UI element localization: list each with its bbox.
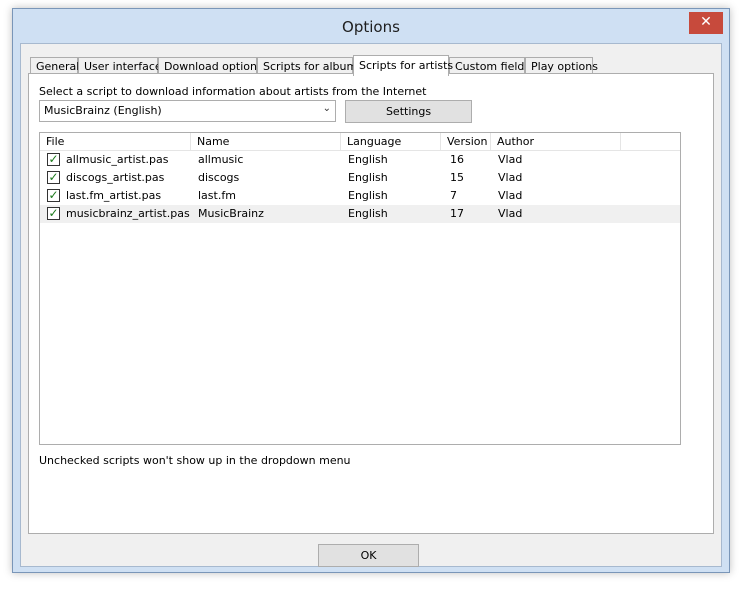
instruction-label: Select a script to download information … bbox=[39, 85, 427, 98]
table-row[interactable]: ✓ last.fm_artist.pas last.fm English 7 V… bbox=[40, 187, 680, 205]
dropdown-value: MusicBrainz (English) bbox=[44, 104, 162, 117]
ok-button[interactable]: OK bbox=[318, 544, 419, 567]
language-cell: English bbox=[348, 171, 388, 184]
column-header-version[interactable]: Version bbox=[441, 133, 491, 150]
list-header: File Name Language Version Author bbox=[40, 133, 680, 151]
language-cell: English bbox=[348, 207, 388, 220]
column-header-author[interactable]: Author bbox=[491, 133, 621, 150]
close-icon: ✕ bbox=[700, 14, 712, 30]
language-cell: English bbox=[348, 189, 388, 202]
file-cell: musicbrainz_artist.pas bbox=[66, 207, 190, 220]
column-header-name[interactable]: Name bbox=[191, 133, 341, 150]
version-cell: 15 bbox=[450, 171, 464, 184]
options-window: Options ✕ General User interface Downloa… bbox=[12, 8, 730, 573]
version-cell: 17 bbox=[450, 207, 464, 220]
author-cell: Vlad bbox=[498, 189, 523, 202]
name-cell: MusicBrainz bbox=[198, 207, 264, 220]
close-button[interactable]: ✕ bbox=[689, 12, 723, 34]
version-cell: 16 bbox=[450, 153, 464, 166]
scripts-list: File Name Language Version Author ✓ allm… bbox=[39, 132, 681, 445]
chevron-down-icon: ⌄ bbox=[322, 103, 331, 114]
name-cell: allmusic bbox=[198, 153, 244, 166]
language-cell: English bbox=[348, 153, 388, 166]
name-cell: discogs bbox=[198, 171, 240, 184]
artist-script-dropdown[interactable]: MusicBrainz (English) ⌄ bbox=[39, 100, 336, 122]
author-cell: Vlad bbox=[498, 207, 523, 220]
script-checkbox[interactable]: ✓ bbox=[47, 171, 60, 184]
script-checkbox[interactable]: ✓ bbox=[47, 207, 60, 220]
table-row[interactable]: ✓ allmusic_artist.pas allmusic English 1… bbox=[40, 151, 680, 169]
table-row[interactable]: ✓ musicbrainz_artist.pas MusicBrainz Eng… bbox=[40, 205, 680, 223]
column-header-language[interactable]: Language bbox=[341, 133, 441, 150]
version-cell: 7 bbox=[450, 189, 457, 202]
scripts-for-artists-panel: Select a script to download information … bbox=[28, 73, 714, 534]
script-checkbox[interactable]: ✓ bbox=[47, 189, 60, 202]
script-checkbox[interactable]: ✓ bbox=[47, 153, 60, 166]
dialog-body: General User interface Download options … bbox=[20, 43, 722, 567]
table-row[interactable]: ✓ discogs_artist.pas discogs English 15 … bbox=[40, 169, 680, 187]
settings-button[interactable]: Settings bbox=[345, 100, 472, 123]
file-cell: allmusic_artist.pas bbox=[66, 153, 169, 166]
author-cell: Vlad bbox=[498, 171, 523, 184]
window-title: Options bbox=[342, 18, 400, 36]
author-cell: Vlad bbox=[498, 153, 523, 166]
file-cell: last.fm_artist.pas bbox=[66, 189, 162, 202]
name-cell: last.fm bbox=[198, 189, 236, 202]
title-bar[interactable]: Options ✕ bbox=[13, 9, 729, 43]
file-cell: discogs_artist.pas bbox=[66, 171, 165, 184]
unchecked-note: Unchecked scripts won't show up in the d… bbox=[39, 454, 351, 467]
tab-scripts-for-artists[interactable]: Scripts for artists bbox=[353, 55, 453, 76]
column-header-file[interactable]: File bbox=[40, 133, 191, 150]
